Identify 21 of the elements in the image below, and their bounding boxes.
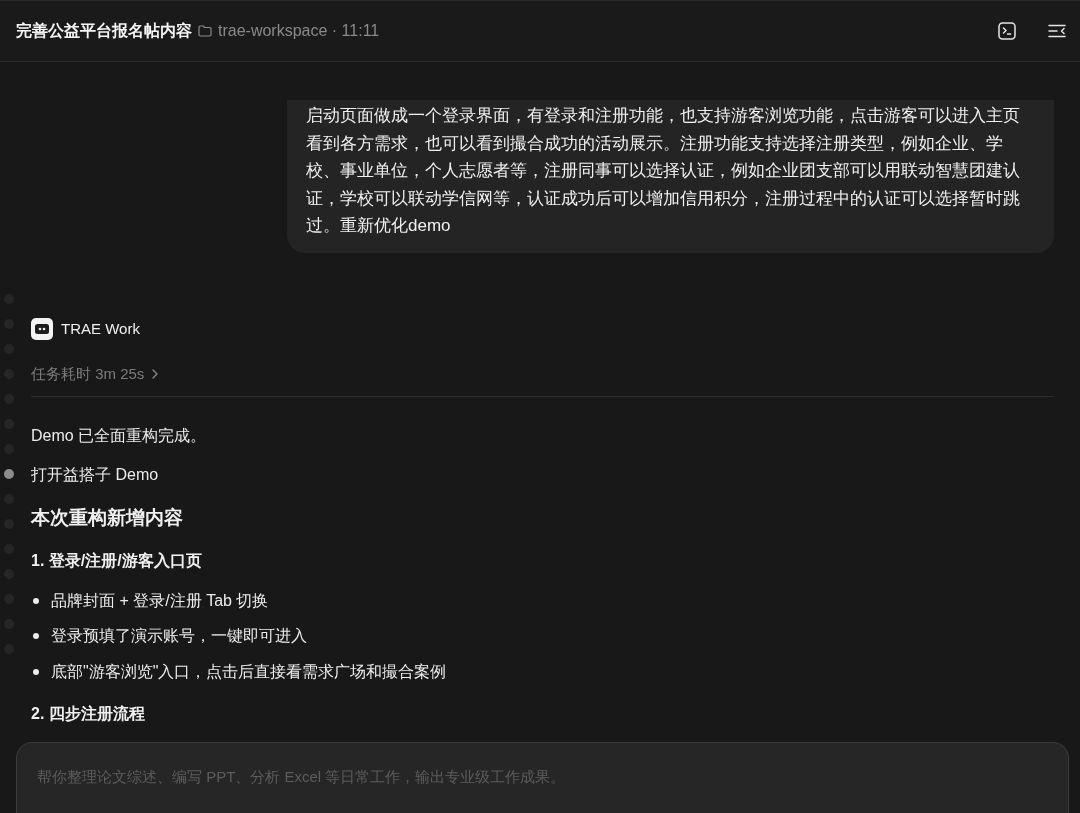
subsection-heading: 2. 四步注册流程 bbox=[31, 703, 145, 724]
agent-name: TRAE Work bbox=[61, 320, 140, 337]
terminal-icon[interactable] bbox=[998, 22, 1016, 40]
bullet-icon bbox=[33, 633, 39, 639]
task-duration-toggle[interactable]: 任务耗时 3m 25s bbox=[31, 362, 159, 385]
menu-collapse-icon[interactable] bbox=[1048, 24, 1066, 38]
bullet-icon bbox=[33, 597, 39, 604]
folder-icon bbox=[198, 25, 212, 37]
bullet-icon bbox=[33, 668, 39, 675]
list-item-text: 底部"游客浏览"入口，点击后直接看需求广场和撮合案例 bbox=[51, 661, 447, 682]
section-heading: 本次重构新增内容 bbox=[31, 505, 183, 530]
message-paragraph: 打开益搭子 Demo bbox=[31, 464, 159, 485]
list-item-text: 登录预填了演示账号，一键即可进入 bbox=[51, 626, 307, 646]
workspace-label: trae-workspace · 11:11 bbox=[218, 22, 380, 40]
conversation-title: 完善公益平台报名帖内容 bbox=[16, 20, 192, 41]
list-item-text: 品牌封面 + 登录/注册 Tab 切换 bbox=[51, 590, 269, 611]
message-paragraph: Demo 已全面重构完成。 bbox=[31, 425, 207, 446]
subsection-heading: 1. 登录/注册/游客入口页 bbox=[31, 550, 202, 571]
timeline-dot[interactable] bbox=[4, 469, 14, 479]
bot-face-icon bbox=[31, 317, 53, 340]
user-message-bubble: 启动页面做成一个登录界面，有登录和注册功能，也支持游客浏览功能，点击游客可以进入主页看到各方需求，也可以看到撮合成功的活动展示。注册功能支持选择注册类型，例如企业、学校、事业单位，个人志愿者等，注册同事可以选择认证，例如企业团支部可以用联动智慧团建认证，学校可以联动学信网等，认证成功后可以增加信用积分，注册过程中的认证可以选择暂时跳过。重新优化demo bbox=[287, 100, 1054, 253]
